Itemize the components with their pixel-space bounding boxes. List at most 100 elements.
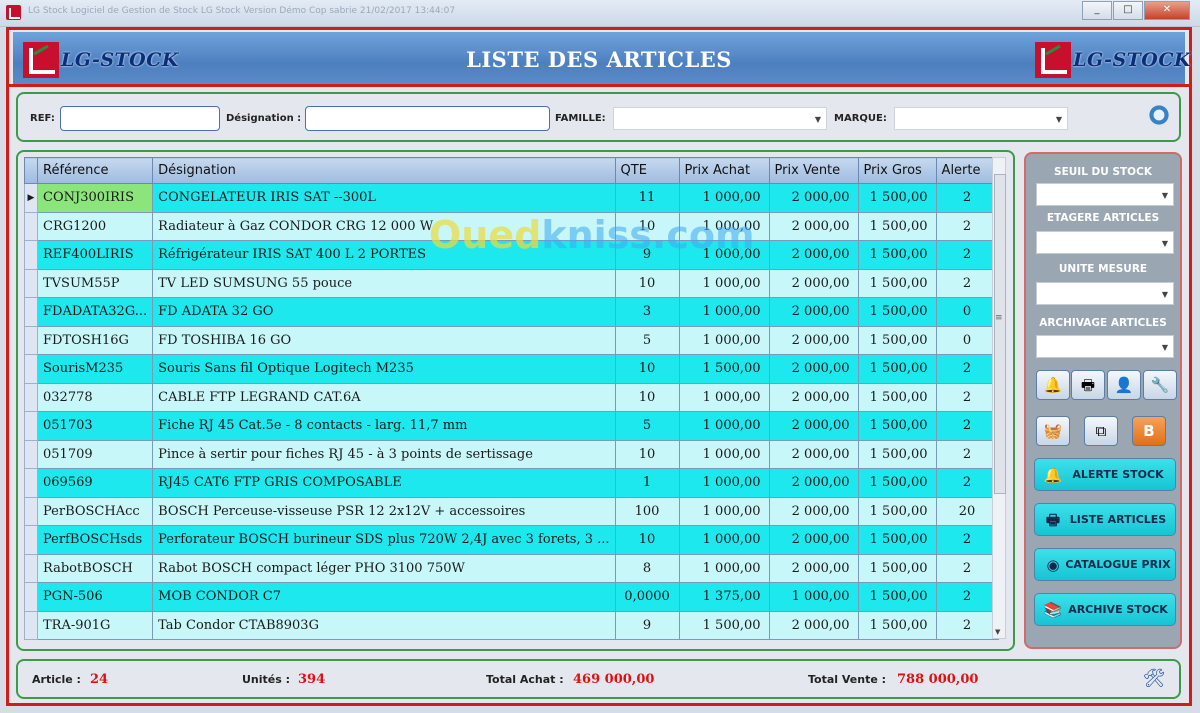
- cell-reference[interactable]: TVSUM55P: [36, 268, 154, 298]
- cell-prix-achat[interactable]: 1 000,00: [678, 268, 770, 298]
- cell-reference[interactable]: TRA-901G: [36, 610, 154, 640]
- cell-prix-vente[interactable]: 2 000,00: [768, 382, 859, 412]
- current-row-indicator-icon[interactable]: ▶: [24, 183, 38, 213]
- unite-dropdown[interactable]: ▼: [1036, 282, 1174, 305]
- row-selector[interactable]: [24, 610, 38, 640]
- cell-prix-gros[interactable]: 1 500,00: [857, 610, 937, 640]
- cell-qte[interactable]: 1: [614, 468, 680, 498]
- ref-input[interactable]: [60, 106, 220, 131]
- row-selector[interactable]: [24, 439, 38, 469]
- vertical-scrollbar[interactable]: ≡ ▼: [992, 157, 1006, 639]
- cell-designation[interactable]: Fiche RJ 45 Cat.5e - 8 contacts - larg. …: [152, 411, 616, 441]
- cell-qte[interactable]: 11: [614, 183, 680, 213]
- cell-alerte[interactable]: 2: [935, 382, 999, 412]
- cell-prix-vente[interactable]: 2 000,00: [768, 468, 859, 498]
- cell-prix-gros[interactable]: 1 500,00: [857, 183, 937, 213]
- cell-designation[interactable]: Perforateur BOSCH burineur SDS plus 720W…: [152, 525, 616, 555]
- etagere-dropdown[interactable]: ▼: [1036, 231, 1174, 254]
- cell-alerte[interactable]: 2: [935, 525, 999, 555]
- table-row[interactable]: SourisM235 Souris Sans fil Optique Logite…: [24, 354, 999, 384]
- column-header-designation[interactable]: Désignation: [152, 157, 616, 184]
- scrollbar-thumb[interactable]: [994, 174, 1006, 494]
- table-row[interactable]: RabotBOSCH Rabot BOSCH compact léger PHO …: [24, 553, 999, 583]
- cell-designation[interactable]: TV LED SUMSUNG 55 pouce: [152, 268, 616, 298]
- column-header-prix-achat[interactable]: Prix Achat: [678, 157, 770, 184]
- cell-alerte[interactable]: 2: [935, 553, 999, 583]
- cell-reference[interactable]: SourisM235: [36, 354, 154, 384]
- cell-alerte[interactable]: 2: [935, 211, 999, 241]
- table-row[interactable]: 032778 CABLE FTP LEGRAND CAT.6A 10 1 000,00…: [24, 382, 999, 412]
- cell-prix-vente[interactable]: 2 000,00: [768, 411, 859, 441]
- row-selector[interactable]: [24, 211, 38, 241]
- cell-reference[interactable]: 032778: [36, 382, 154, 412]
- cell-reference[interactable]: PGN-506: [36, 582, 154, 612]
- cell-prix-gros[interactable]: 1 500,00: [857, 325, 937, 355]
- cell-prix-gros[interactable]: 1 500,00: [857, 240, 937, 270]
- alerte-stock-button[interactable]: 🔔 ALERTE STOCK: [1034, 458, 1176, 491]
- cell-alerte[interactable]: 2: [935, 354, 999, 384]
- table-row[interactable]: TRA-901G Tab Condor CTAB8903G 9 1 500,00 2 0…: [24, 610, 999, 640]
- table-row[interactable]: CRG1200 Radiateur à Gaz CONDOR CRG 12 000…: [24, 211, 999, 241]
- cell-prix-vente[interactable]: 1 000,00: [768, 582, 859, 612]
- cell-prix-achat[interactable]: 1 000,00: [678, 325, 770, 355]
- cell-alerte[interactable]: 2: [935, 468, 999, 498]
- cell-prix-gros[interactable]: 1 500,00: [857, 439, 937, 469]
- cell-alerte[interactable]: 2: [935, 268, 999, 298]
- cell-prix-vente[interactable]: 2 000,00: [768, 325, 859, 355]
- cell-prix-vente[interactable]: 2 000,00: [768, 354, 859, 384]
- row-selector[interactable]: [24, 268, 38, 298]
- cell-prix-vente[interactable]: 2 000,00: [768, 297, 859, 327]
- table-row[interactable]: 051703 Fiche RJ 45 Cat.5e - 8 contacts - …: [24, 411, 999, 441]
- row-selector[interactable]: [24, 553, 38, 583]
- row-selector[interactable]: [24, 297, 38, 327]
- table-row[interactable]: PGN-506 MOB CONDOR C7 0,0000 1 375,00 1 000,…: [24, 582, 999, 612]
- settings-tools-icon[interactable]: 🛠: [1141, 666, 1167, 692]
- cell-prix-gros[interactable]: 1 500,00: [857, 468, 937, 498]
- cell-alerte[interactable]: 0: [935, 325, 999, 355]
- row-selector[interactable]: [24, 411, 38, 441]
- minimize-button[interactable]: _: [1082, 1, 1112, 20]
- cell-designation[interactable]: FD ADATA 32 GO: [152, 297, 616, 327]
- cell-qte[interactable]: 5: [614, 411, 680, 441]
- column-header-alerte[interactable]: Alerte: [935, 157, 999, 184]
- cell-designation[interactable]: RJ45 CAT6 FTP GRIS COMPOSABLE: [152, 468, 616, 498]
- column-header-reference[interactable]: Référence: [36, 157, 154, 184]
- cell-qte[interactable]: 100: [614, 496, 680, 526]
- table-row[interactable]: PerfBOSCHsds Perforateur BOSCH burineur S…: [24, 525, 999, 555]
- row-selector[interactable]: [24, 382, 38, 412]
- cell-designation[interactable]: Tab Condor CTAB8903G: [152, 610, 616, 640]
- archivage-dropdown[interactable]: ▼: [1036, 335, 1174, 358]
- cell-alerte[interactable]: 2: [935, 439, 999, 469]
- cell-prix-achat[interactable]: 1 375,00: [678, 582, 770, 612]
- basket-icon[interactable]: 🧺: [1036, 416, 1070, 446]
- table-row[interactable]: REF400LIRIS Réfrigérateur IRIS SAT 400 L …: [24, 240, 999, 270]
- blogger-icon[interactable]: B: [1132, 416, 1166, 446]
- cell-prix-achat[interactable]: 1 000,00: [678, 553, 770, 583]
- user-icon[interactable]: 👤: [1107, 370, 1141, 400]
- cell-qte[interactable]: 9: [614, 610, 680, 640]
- cell-prix-vente[interactable]: 2 000,00: [768, 525, 859, 555]
- table-row[interactable]: ▶ CONJ300IRIS CONGELATEUR IRIS SAT --300L 1…: [24, 183, 999, 213]
- cell-qte[interactable]: 9: [614, 240, 680, 270]
- row-selector[interactable]: [24, 496, 38, 526]
- cell-prix-achat[interactable]: 1 000,00: [678, 211, 770, 241]
- cell-prix-achat[interactable]: 1 000,00: [678, 525, 770, 555]
- cell-prix-gros[interactable]: 1 500,00: [857, 525, 937, 555]
- cell-alerte[interactable]: 2: [935, 240, 999, 270]
- cell-designation[interactable]: BOSCH Perceuse-visseuse PSR 12 2x12V + a…: [152, 496, 616, 526]
- cell-prix-achat[interactable]: 1 000,00: [678, 411, 770, 441]
- cell-qte[interactable]: 5: [614, 325, 680, 355]
- cell-qte[interactable]: 10: [614, 268, 680, 298]
- cell-prix-gros[interactable]: 1 500,00: [857, 354, 937, 384]
- table-row[interactable]: FDTOSH16G FD TOSHIBA 16 GO 5 1 000,00 2 000,…: [24, 325, 999, 355]
- cell-designation[interactable]: Souris Sans fil Optique Logitech M235: [152, 354, 616, 384]
- cell-prix-vente[interactable]: 2 000,00: [768, 610, 859, 640]
- row-selector[interactable]: [24, 468, 38, 498]
- cell-prix-gros[interactable]: 1 500,00: [857, 211, 937, 241]
- row-selector[interactable]: [24, 582, 38, 612]
- column-header-qte[interactable]: QTE: [614, 157, 680, 184]
- row-selector[interactable]: [24, 325, 38, 355]
- cell-alerte[interactable]: 2: [935, 183, 999, 213]
- row-selector[interactable]: [24, 525, 38, 555]
- row-selector[interactable]: [24, 240, 38, 270]
